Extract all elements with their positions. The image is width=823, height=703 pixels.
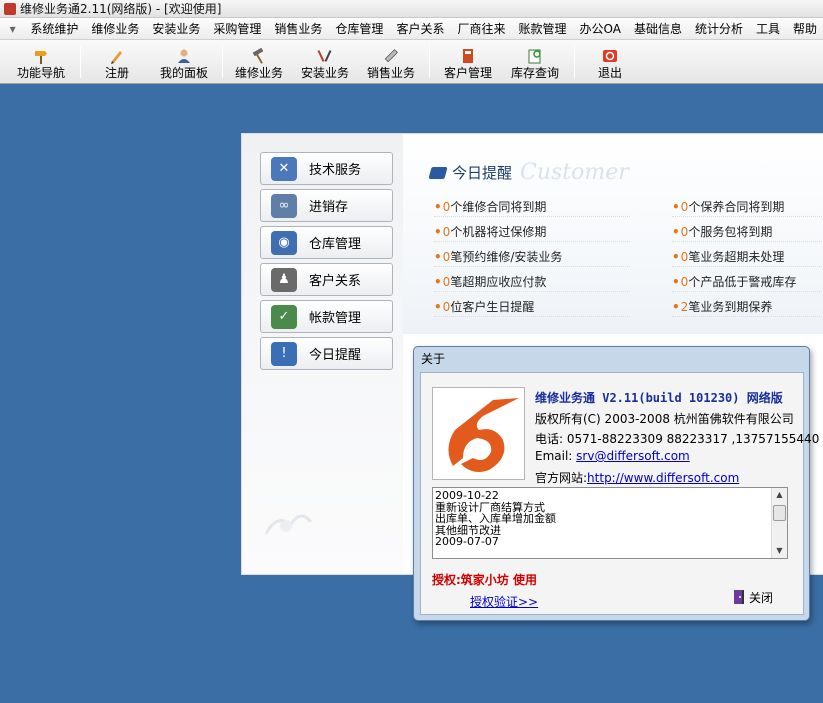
menu-warehouse[interactable]: 仓库管理 <box>328 19 389 39</box>
menu-customer[interactable]: 客户关系 <box>389 19 450 39</box>
user-icon <box>175 48 193 64</box>
toolbar-inventory-button[interactable]: 库存查询 <box>506 43 564 81</box>
menu-install[interactable]: 安装业务 <box>145 19 206 39</box>
toolbar-sales-button[interactable]: 销售业务 <box>362 43 420 81</box>
ruler-icon <box>382 48 400 64</box>
menu-system[interactable]: 系统维护 <box>23 19 84 39</box>
alert-icon: ! <box>271 341 297 366</box>
toolbar-separator <box>429 46 430 78</box>
reminder-item[interactable]: •0个保养合同将到期 <box>672 197 823 217</box>
phone-line: 电话: 0571-88223309 88223317 ,13757155440 <box>535 432 820 446</box>
toolbar-register-button[interactable]: 注册 <box>96 43 138 81</box>
sidebar-item-accounts[interactable]: ✓ 帐款管理 <box>260 300 393 333</box>
menu-office[interactable]: 办公OA <box>572 19 626 39</box>
menu-basic-info[interactable]: 基础信息 <box>627 19 688 39</box>
reminder-item[interactable]: •0笔业务超期未处理 <box>672 247 823 267</box>
menu-help[interactable]: 帮助 <box>786 19 823 39</box>
email-line: Email: srv@differsoft.com <box>535 449 690 463</box>
barrel-icon: ◉ <box>271 230 297 255</box>
toolbar-separator <box>574 46 575 78</box>
menu-tools[interactable]: 工具 <box>749 19 786 39</box>
about-dialog-title: 关于 <box>421 352 446 366</box>
close-button[interactable]: 关闭 <box>733 586 789 608</box>
toolbar-customer-button[interactable]: 客户管理 <box>440 43 496 81</box>
menu-statistics[interactable]: 统计分析 <box>688 19 749 39</box>
changelog-scrollbar[interactable]: ▲ ▼ <box>771 488 787 558</box>
hammer-icon <box>250 48 268 64</box>
sidebar-item-inventory-sales[interactable]: ∞ 进销存 <box>260 189 393 222</box>
reminder-item[interactable]: •0个产品低于警戒库存 <box>672 272 823 292</box>
scroll-thumb[interactable] <box>773 505 786 521</box>
book-icon <box>428 166 448 179</box>
window-title: 维修业务通2.11(网络版) - [欢迎使用] <box>20 2 222 16</box>
sidebar-item-customer[interactable]: ♟ 客户关系 <box>260 263 393 296</box>
website-link[interactable]: http://www.differsoft.com <box>587 471 739 485</box>
copyright-text: 版权所有(C) 2003-2008 杭州笛佛软件有限公司 <box>535 412 794 426</box>
changelog-textarea[interactable]: 2009-10-22 重新设计厂商结算方式 出库单、入库单增加金额 其他细节改进… <box>432 487 788 559</box>
changelog-text: 2009-10-22 重新设计厂商结算方式 出库单、入库单增加金额 其他细节改进… <box>435 489 556 548</box>
chain-icon: ∞ <box>271 193 297 218</box>
toolbar-separator <box>80 46 81 78</box>
pen-icon <box>108 48 126 64</box>
toolbar-install-button[interactable]: 安装业务 <box>296 43 354 81</box>
notebook-icon <box>459 48 477 64</box>
exit-icon <box>601 48 619 64</box>
sidebar-item-today-reminder[interactable]: ! 今日提醒 <box>260 337 393 370</box>
checklist-icon: ✓ <box>271 304 297 329</box>
reminder-item[interactable]: •0笔超期应收应付款 <box>434 272 630 292</box>
menu-sales[interactable]: 销售业务 <box>267 19 328 39</box>
app-icon <box>4 2 16 15</box>
reminder-heading: 今日提醒 Customer <box>428 160 629 185</box>
toolbar-my-panel-button[interactable]: 我的面板 <box>152 43 216 81</box>
toolbar: 功能导航 注册 我的面板 维修业务 安装业务 销售业务 客户管理 库存查询 退出 <box>0 40 823 84</box>
license-text: 授权:筑家小坊 使用 <box>432 573 537 587</box>
toolbar-repair-button[interactable]: 维修业务 <box>230 43 288 81</box>
about-dialog: 关于 维修业务通 V2.11(build 101230) 网络版 版权所有(C)… <box>413 346 819 621</box>
sidebar-item-tech-service[interactable]: ✕ 技术服务 <box>260 152 393 185</box>
menu-accounts[interactable]: 账款管理 <box>511 19 572 39</box>
toolbar-nav-button[interactable]: 功能导航 <box>12 43 70 81</box>
toolbar-exit-button[interactable]: 退出 <box>593 43 627 81</box>
window-titlebar: 维修业务通2.11(网络版) - [欢迎使用] <box>0 0 823 18</box>
menu-repair[interactable]: 维修业务 <box>84 19 145 39</box>
website-line: 官方网站:http://www.differsoft.com <box>535 471 740 485</box>
reminder-item[interactable]: •0笔预约维修/安装业务 <box>434 247 630 267</box>
about-dialog-body: 维修业务通 V2.11(build 101230) 网络版 版权所有(C) 20… <box>420 372 819 615</box>
toolbar-separator <box>222 46 223 78</box>
signpost-icon <box>32 48 50 64</box>
search-doc-icon <box>526 48 544 64</box>
reminder-item[interactable]: •0个服务包将到期 <box>672 222 823 242</box>
sidebar-item-warehouse[interactable]: ◉ 仓库管理 <box>260 226 393 259</box>
product-name: 维修业务通 V2.11(build 101230) 网络版 <box>535 391 783 405</box>
decorative-flower-icon <box>264 514 313 535</box>
wrench-screwdriver-icon: ✕ <box>271 156 297 181</box>
menu-logo-icon[interactable]: ▾ <box>6 22 19 36</box>
menu-bar: ▾ 系统维护 维修业务 安装业务 采购管理 销售业务 仓库管理 客户关系 厂商往… <box>0 18 823 40</box>
scroll-up-icon[interactable]: ▲ <box>772 488 787 502</box>
watermark-text: Customer <box>520 160 629 185</box>
door-exit-icon <box>733 589 745 605</box>
reminder-item[interactable]: •2笔业务到期保养 <box>672 297 823 317</box>
scroll-down-icon[interactable]: ▼ <box>772 544 787 558</box>
people-key-icon: ♟ <box>271 267 297 292</box>
reminder-item[interactable]: •0个机器将过保修期 <box>434 222 630 242</box>
reminder-item[interactable]: •0位客户生日提醒 <box>434 297 630 317</box>
menu-vendor[interactable]: 厂商往来 <box>450 19 511 39</box>
reminder-item[interactable]: •0个维修合同将到期 <box>434 197 630 217</box>
email-link[interactable]: srv@differsoft.com <box>576 449 690 463</box>
company-logo <box>432 387 525 480</box>
menu-purchase[interactable]: 采购管理 <box>206 19 267 39</box>
tools-icon <box>316 48 334 64</box>
license-verify-link[interactable]: 授权验证>> <box>470 593 538 610</box>
